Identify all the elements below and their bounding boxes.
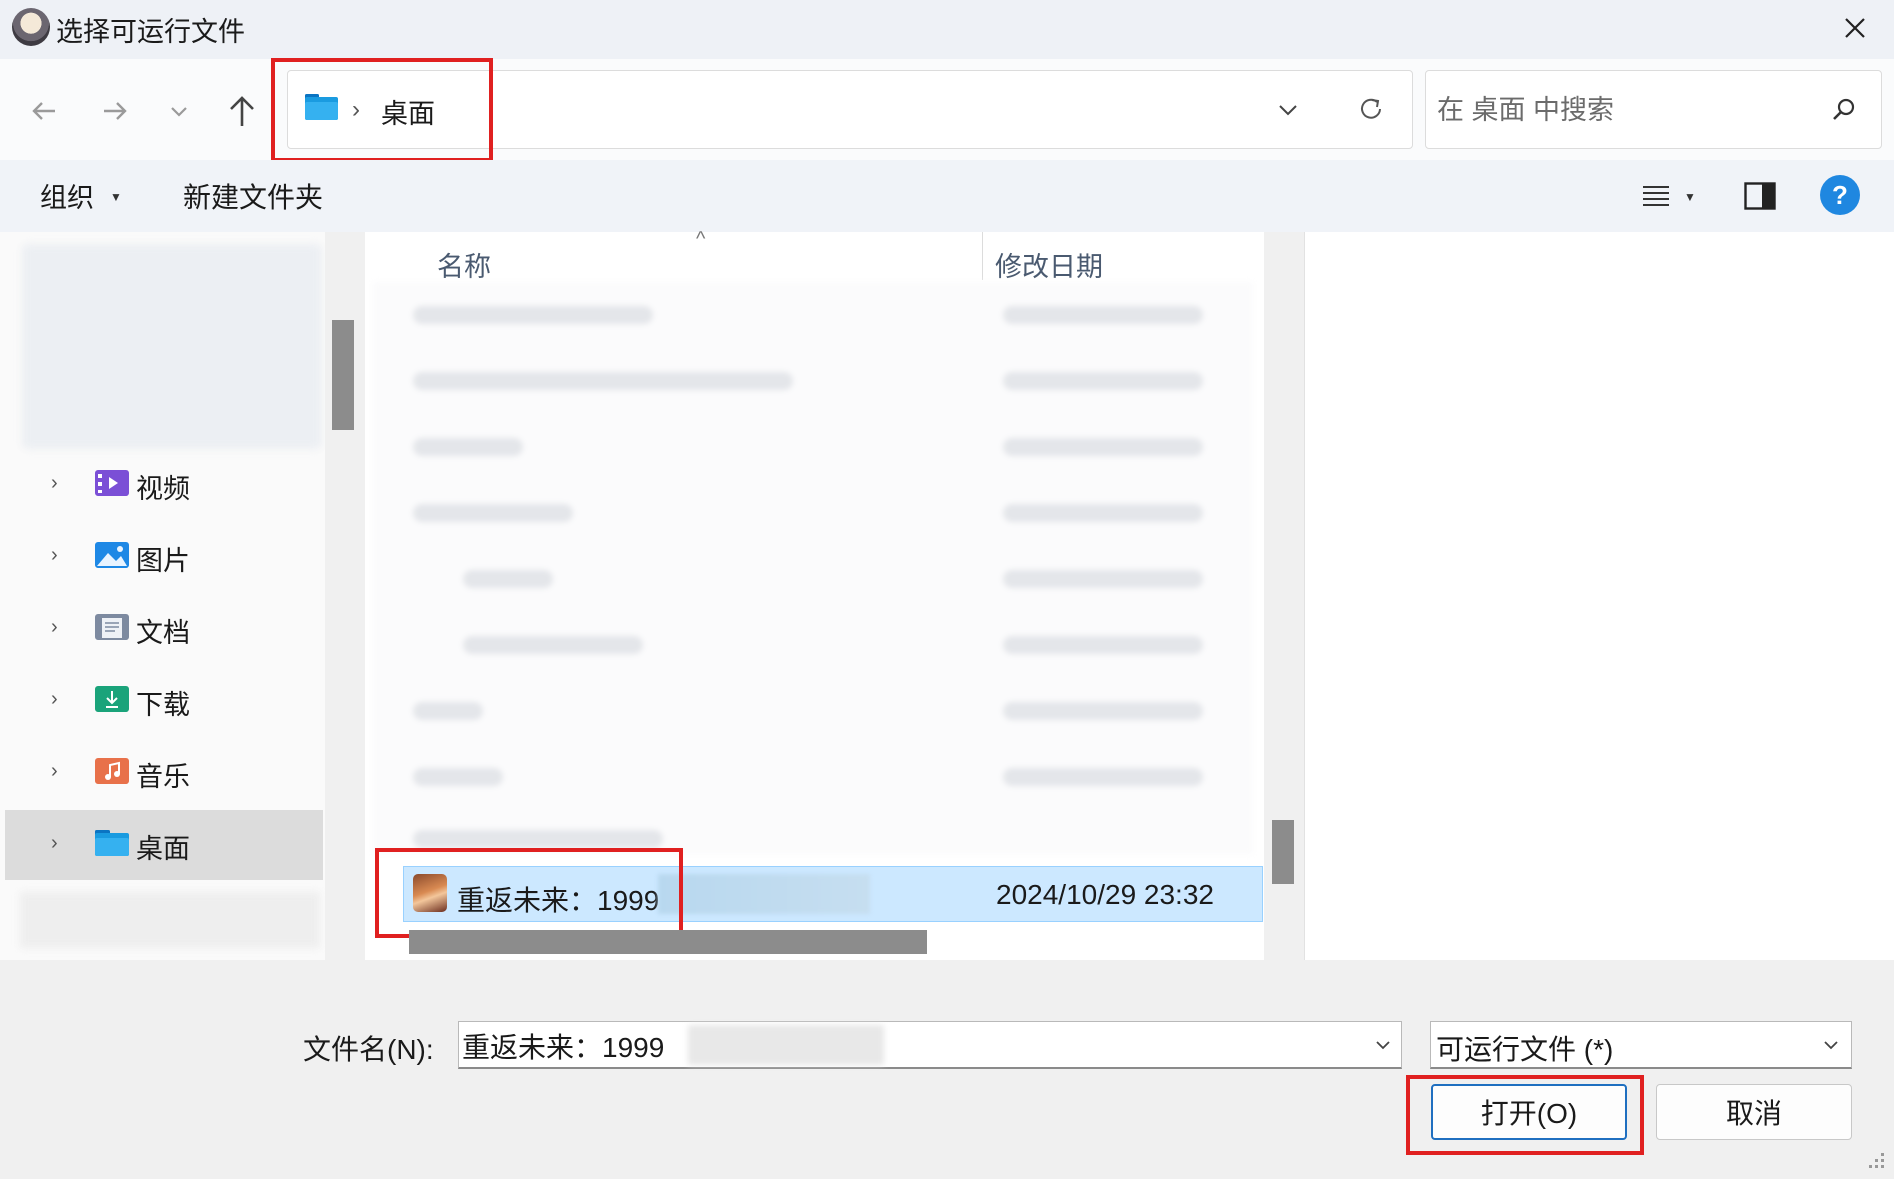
music-folder-icon — [95, 758, 129, 784]
videos-folder-icon — [95, 470, 129, 496]
window-title: 选择可运行文件 — [56, 17, 245, 47]
arrow-left-icon — [32, 102, 55, 120]
refresh-icon — [1361, 98, 1381, 119]
column-header-name[interactable]: 名称 — [437, 245, 491, 284]
blurred-file-rows — [373, 282, 1253, 854]
caret-down-icon: ▼ — [1684, 190, 1696, 204]
chevron-down-icon — [1279, 105, 1297, 116]
organize-button[interactable]: 组织 — [40, 176, 94, 215]
sort-ascending-icon: ^ — [696, 228, 706, 250]
highlight-box-open-button — [1406, 1075, 1644, 1155]
sidebar-item-label: 视频 — [136, 474, 190, 504]
arrow-right-icon — [104, 102, 127, 120]
preview-pane-button[interactable] — [1740, 178, 1780, 214]
arrow-up-icon — [230, 96, 254, 126]
filename-label: 文件名(N): — [303, 1034, 434, 1065]
chevron-right-icon: › — [51, 616, 58, 638]
cancel-button[interactable]: 取消 — [1656, 1084, 1852, 1140]
sidebar-item-label: 图片 — [136, 546, 190, 576]
chevron-down-icon — [1814, 1027, 1848, 1063]
close-icon — [1845, 18, 1865, 38]
search-input[interactable] — [1437, 90, 1817, 130]
column-header-modified[interactable]: 修改日期 — [995, 245, 1103, 284]
new-folder-button[interactable]: 新建文件夹 — [183, 176, 323, 216]
game-avatar-icon — [12, 8, 50, 46]
title-bar — [0, 0, 1894, 59]
blurred-nav-item — [20, 892, 320, 948]
filename-input[interactable] — [462, 1027, 682, 1065]
highlight-box-address — [271, 58, 493, 162]
sidebar-item-label: 音乐 — [136, 762, 190, 792]
sidebar-item-desktop[interactable]: › 桌面 — [5, 810, 323, 880]
file-modified-date: 2024/10/29 23:32 — [996, 879, 1214, 910]
close-button[interactable] — [1830, 6, 1880, 50]
back-button[interactable] — [22, 89, 66, 133]
pictures-folder-icon — [95, 542, 129, 568]
chevron-right-icon: › — [51, 760, 58, 782]
caret-down-icon: ▼ — [110, 190, 122, 204]
preview-pane — [1304, 232, 1894, 960]
chevron-right-icon: › — [51, 832, 58, 854]
chevron-down-icon — [1376, 1041, 1390, 1050]
chevron-down-icon — [171, 107, 187, 117]
downloads-folder-icon — [95, 686, 129, 712]
address-history-dropdown[interactable] — [1268, 90, 1308, 130]
recent-locations-button[interactable] — [157, 89, 201, 133]
documents-folder-icon — [95, 614, 129, 640]
column-divider[interactable] — [982, 232, 983, 280]
forward-button[interactable] — [93, 89, 137, 133]
refresh-button[interactable] — [1350, 88, 1392, 130]
sidebar-item-label: 文档 — [136, 618, 190, 648]
help-button[interactable]: ? — [1820, 175, 1860, 215]
filename-history-dropdown[interactable] — [1366, 1027, 1400, 1063]
view-options-button[interactable] — [1630, 178, 1682, 214]
chevron-right-icon: › — [51, 544, 58, 566]
blurred-filename-suffix — [688, 1025, 884, 1065]
preview-pane-icon — [1744, 182, 1776, 210]
sidebar-item-pictures[interactable]: › 图片 — [5, 522, 323, 592]
blurred-quick-access — [22, 244, 322, 449]
sidebar-item-label: 下载 — [136, 690, 190, 720]
sidebar-item-videos[interactable]: › 视频 — [5, 450, 323, 520]
sidebar-item-downloads[interactable]: › 下载 — [5, 666, 323, 736]
up-button[interactable] — [220, 89, 264, 133]
highlight-box-selected-file — [375, 848, 683, 938]
nav-scrollbar-thumb[interactable] — [332, 320, 354, 430]
blurred-filename-suffix — [658, 874, 870, 914]
chevron-right-icon: › — [51, 472, 58, 494]
sidebar-item-music[interactable]: › 音乐 — [5, 738, 323, 808]
chevron-right-icon: › — [51, 688, 58, 710]
file-list-vertical-scrollbar-thumb[interactable] — [1272, 820, 1294, 884]
file-list-horizontal-scrollbar-thumb[interactable] — [409, 930, 927, 954]
sidebar-item-label: 桌面 — [136, 834, 190, 864]
sidebar-item-documents[interactable]: › 文档 — [5, 594, 323, 664]
list-view-icon — [1643, 186, 1669, 206]
resize-grip[interactable] — [1866, 1150, 1886, 1170]
search-icon[interactable] — [1824, 90, 1864, 130]
filetype-value: 可运行文件 (*) — [1436, 1034, 1614, 1065]
desktop-folder-icon — [95, 830, 129, 856]
